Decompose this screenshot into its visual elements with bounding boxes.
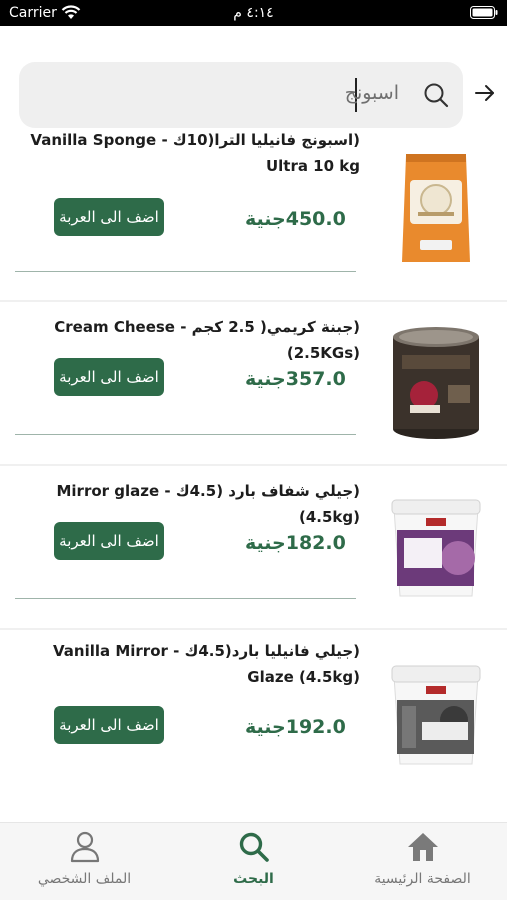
tab-label-home: الصفحة الرئيسية [374,871,471,887]
add-to-cart-button[interactable]: اضف الى العربة [54,522,164,560]
product-image-flour-bag[interactable] [372,144,500,274]
search-input[interactable]: اسبونج [19,62,463,128]
search-icon [239,832,269,862]
flour-bag-image [402,154,470,262]
tab-home[interactable]: الصفحة الرئيسية [338,823,507,900]
product-price: 450.0جنية [245,208,346,230]
divider [15,598,356,599]
add-to-cart-button[interactable]: اضف الى العربة [54,198,164,236]
product-image-glaze-bucket-purple[interactable] [372,486,500,610]
search-icon[interactable] [423,82,449,108]
cream-cheese-can-image [393,327,479,439]
back-arrow-icon[interactable] [475,84,495,102]
product-image-glaze-bucket-grey[interactable] [372,650,500,780]
product-title: (جيلي فانيليا بارد(4.5ك - Vanilla Mirror… [52,642,360,686]
person-icon [70,831,99,863]
add-to-cart-button[interactable]: اضف الى العربة [54,358,164,396]
product-image-cream-cheese-can[interactable] [372,324,500,442]
search-header: اسبونج [0,26,507,132]
glaze-bucket-purple-image [391,499,481,597]
glaze-bucket-grey-image [391,665,481,765]
tab-profile[interactable]: الملف الشخصي [0,823,169,900]
product-card[interactable]: (جيلي فانيليا بارد(4.5ك - Vanilla Mirror… [0,630,507,822]
tab-search[interactable]: البحث [169,823,338,900]
status-bar: Carrier ٤:١٤ م [0,0,507,26]
product-card[interactable]: (جيلي شفاف بارد (4.5ك - Mirror glaze (4.… [0,466,507,630]
product-price: 182.0جنية [245,532,346,554]
product-title: (اسبونج فانيليا الترا(10ك - Vanilla Spon… [30,131,360,175]
status-time: ٤:١٤ م [233,5,274,21]
tab-bar: الملف الشخصي البحث الصفحة الرئيسية [0,822,507,900]
product-list: (اسبونج فانيليا الترا(10ك - Vanilla Spon… [0,131,507,822]
divider [15,434,356,435]
product-card[interactable]: (جبنة كريمي( 2.5 كجم - Cream Cheese (2.5… [0,302,507,466]
product-price: 192.0جنية [245,716,346,738]
tab-label-profile: الملف الشخصي [37,871,132,887]
product-card[interactable]: (اسبونج فانيليا الترا(10ك - Vanilla Spon… [0,131,507,302]
battery-icon [470,6,498,19]
add-to-cart-button[interactable]: اضف الى العربة [54,706,164,744]
divider [15,271,356,272]
home-icon [407,833,438,861]
tab-label-search: البحث [233,871,274,887]
product-price: 357.0جنية [245,368,346,390]
search-query: اسبونج [344,82,399,104]
